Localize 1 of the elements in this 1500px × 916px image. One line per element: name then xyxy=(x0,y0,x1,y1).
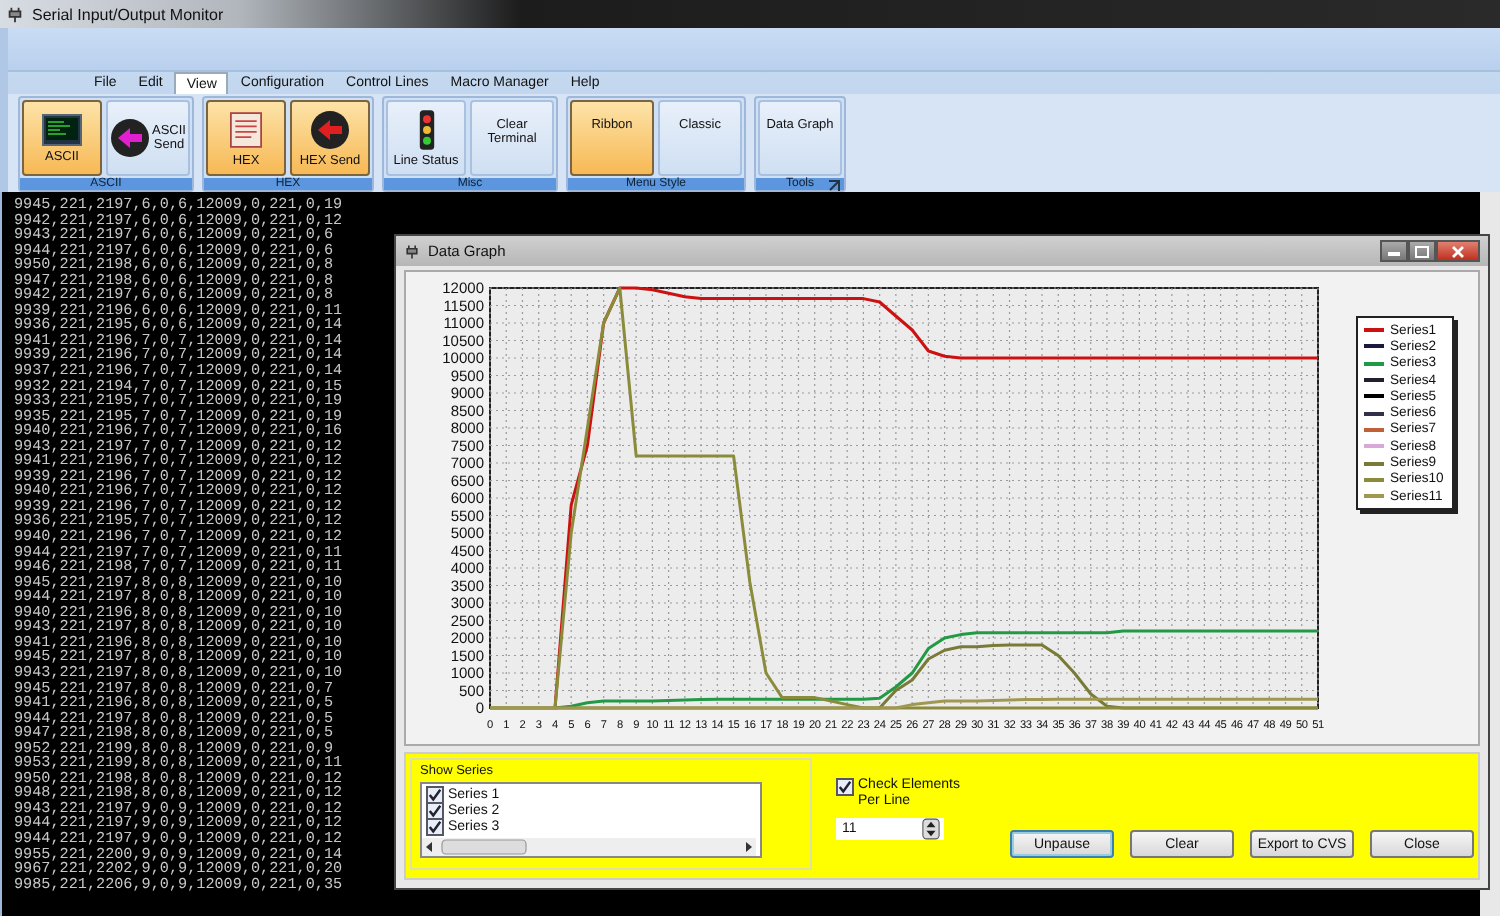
window-title: Serial Input/Output Monitor xyxy=(32,5,224,23)
